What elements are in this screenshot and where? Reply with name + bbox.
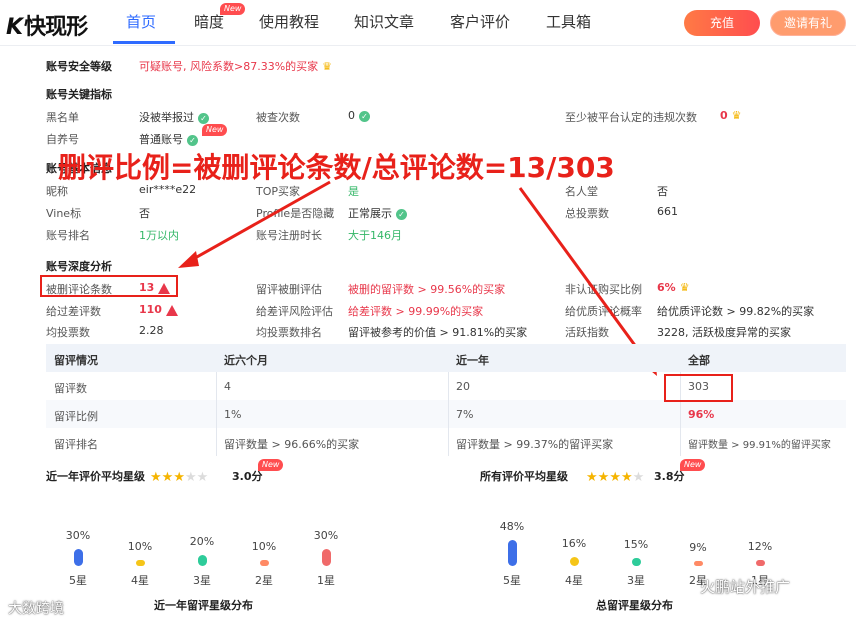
dist-bar: [508, 540, 517, 566]
star-icon: ★: [586, 470, 598, 485]
arrow-line-left: [187, 180, 331, 264]
all-rating-stars: ★★★★★: [586, 466, 644, 485]
table-cell: 留评数量 > 99.37%的留评买家: [456, 438, 614, 451]
highlight-total: [664, 374, 733, 402]
dist-star-label: 5星: [503, 574, 521, 587]
year-dist-title: 近一年留评星级分布: [154, 599, 253, 612]
table-row: 留评比例 1% 7% 96%: [46, 400, 846, 428]
dist-bar: [260, 560, 269, 566]
star-icon: ★: [161, 470, 174, 485]
dist-bar: [570, 557, 579, 566]
table-cell: 留评数: [54, 382, 87, 395]
table-cell: 4: [224, 380, 231, 393]
table-divider: [680, 428, 681, 456]
dist-percent: 15%: [623, 537, 649, 551]
dist-bar: [136, 560, 145, 566]
dist-bar: [694, 561, 703, 566]
star-icon: ★: [173, 470, 185, 485]
table-divider: [680, 400, 681, 428]
star-icon: ★: [184, 470, 197, 485]
all-dist-title: 总留评星级分布: [596, 599, 673, 612]
dist-bar: [322, 549, 331, 566]
table-row: 留评排名 留评数量 > 96.66%的买家 留评数量 > 99.37%的留评买家…: [46, 428, 846, 456]
table-divider: [216, 428, 217, 456]
star-icon: ★: [620, 470, 633, 485]
all-rating-title: 所有评价平均星级: [480, 470, 568, 483]
year-rating-title: 近一年评价平均星级: [46, 470, 145, 483]
table-header-row: 留评情况 近六个月 近一年 全部: [46, 344, 846, 372]
table-cell: 20: [456, 380, 470, 393]
table-divider: [448, 372, 449, 400]
dist-bar: [756, 559, 765, 566]
star-icon: ★: [150, 470, 162, 485]
dist-percent: 20%: [189, 534, 215, 548]
watermark-right: 火鹏站外推广: [700, 578, 791, 596]
dist-percent: 48%: [499, 520, 525, 533]
table-divider: [216, 372, 217, 400]
table-cell: 留评数量 > 99.91%的留评买家: [688, 440, 831, 451]
arrow-head-left: [178, 251, 199, 268]
year-rating-stars: ★★★★★: [150, 466, 208, 485]
dist-star-label: 5星: [69, 574, 87, 587]
new-badge: New: [258, 459, 284, 471]
dist-star-label: 4星: [131, 574, 149, 587]
dist-bar: [74, 549, 83, 566]
star-icon: ★: [196, 470, 209, 485]
dist-star-label: 1星: [317, 574, 335, 587]
dist-percent: 16%: [561, 537, 587, 551]
dist-percent: 12%: [747, 539, 773, 553]
annotation-arrows: [178, 180, 657, 376]
dist-bar: [198, 554, 207, 566]
dist-percent: 30%: [313, 529, 339, 542]
table-cell: 1%: [224, 408, 242, 421]
dist-percent: 9%: [689, 541, 707, 554]
dist-star-label: 3星: [193, 574, 211, 587]
table-cell: 96%: [688, 408, 715, 421]
dist-star-label: 2星: [255, 574, 273, 587]
arrow-line-right: [518, 187, 652, 367]
table-header: 近六个月: [224, 354, 268, 367]
dist-star-label: 3星: [627, 574, 645, 587]
star-icon: ★: [632, 470, 645, 485]
table-cell: 留评数量 > 96.66%的买家: [224, 438, 360, 451]
star-icon: ★: [597, 470, 610, 485]
table-divider: [448, 400, 449, 428]
dist-percent: 30%: [65, 529, 91, 542]
table-header: 近一年: [456, 354, 489, 367]
table-cell: 7%: [456, 408, 474, 421]
dist-bar: [632, 557, 641, 566]
table-header: 全部: [688, 354, 710, 367]
table-divider: [216, 400, 217, 428]
table-cell: 留评排名: [54, 438, 98, 451]
new-badge: New: [680, 459, 706, 471]
table-divider: [448, 428, 449, 456]
table-cell: 留评比例: [54, 410, 98, 423]
dist-percent: 10%: [127, 540, 153, 554]
star-icon: ★: [609, 470, 621, 485]
dist-star-label: 4星: [565, 574, 583, 587]
watermark-left: 大数跨境: [8, 601, 64, 617]
table-header: 留评情况: [54, 354, 98, 367]
dist-percent: 10%: [251, 540, 277, 554]
